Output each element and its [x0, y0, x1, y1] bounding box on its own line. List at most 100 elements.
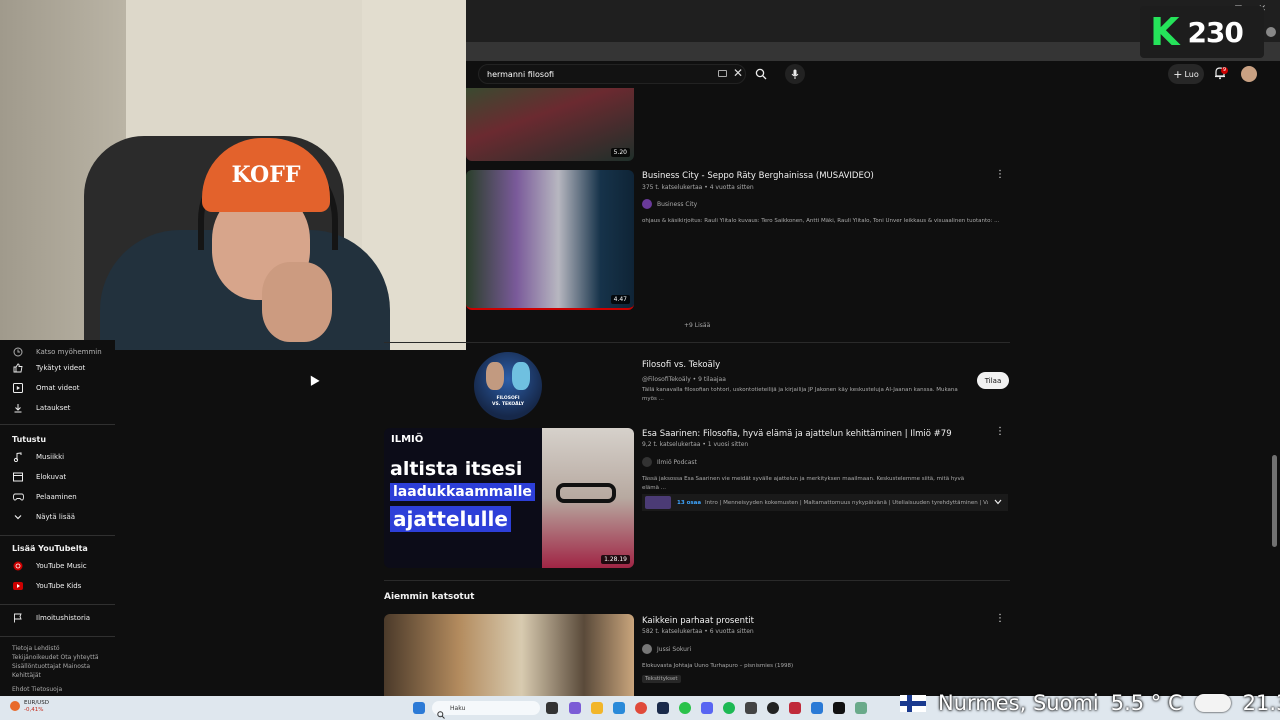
app-icon-blue[interactable]: [811, 702, 823, 714]
channel-avatar-large[interactable]: FILOSOFI VS. TEKOÄLY: [474, 352, 542, 420]
menu-icon[interactable]: [1266, 27, 1276, 37]
search-placeholder: Haku: [450, 704, 466, 712]
thumbnail-glasses: [556, 483, 616, 503]
video-title[interactable]: Business City - Seppo Räty Berghainissa …: [642, 171, 874, 181]
thumbnail-logo: ILMIÖ: [391, 434, 424, 445]
sidebar-item-label: Pelaaminen: [36, 493, 77, 501]
video-description: Elokuvasta Johtaja Uuno Turhapuro – pisn…: [642, 663, 794, 669]
kick-logo-letter: K: [1150, 10, 1180, 54]
taskbar-search-icon: [437, 704, 445, 720]
cap-text: KOFF: [231, 162, 301, 188]
download-icon: [11, 401, 25, 415]
search-input[interactable]: hermanni filosofi: [478, 64, 746, 84]
voice-search-button[interactable]: [785, 64, 805, 84]
channel-link[interactable]: Ilmiö Podcast: [642, 457, 697, 467]
sidebar-item-gaming[interactable]: Pelaaminen: [0, 487, 115, 507]
video-thumbnail-business-city[interactable]: 4.47: [466, 170, 634, 310]
footer-link-contact[interactable]: Ota yhteyttä: [61, 654, 99, 661]
channel-name-title[interactable]: Filosofi vs. Tekoäly: [642, 360, 720, 370]
flag-icon: [11, 611, 25, 625]
page-scrollbar[interactable]: [1272, 455, 1277, 547]
film-icon: [11, 470, 25, 484]
obs-icon[interactable]: [745, 702, 757, 714]
more-options-icon[interactable]: ⋮: [995, 170, 1005, 180]
chapter-count: 13 osaa: [677, 499, 702, 506]
footer-link-press[interactable]: Lehdistö: [34, 645, 59, 652]
sidebar-divider: [0, 424, 115, 425]
chevron-down-icon[interactable]: [994, 499, 1002, 507]
gamepad-icon: [11, 490, 25, 504]
sidebar-item-music[interactable]: Musiikki: [0, 447, 115, 467]
footer-link-creators[interactable]: Sisällöntuottajat: [12, 663, 61, 670]
more-options-icon[interactable]: ⋮: [995, 427, 1005, 437]
channel-name: Ilmiö Podcast: [657, 458, 697, 466]
more-options-icon[interactable]: ⋮: [995, 614, 1005, 624]
video-title[interactable]: Esa Saarinen: Filosofia, hyvä elämä ja a…: [642, 429, 952, 439]
sidebar-item-movies[interactable]: Elokuvat: [0, 467, 115, 487]
channel-link[interactable]: Jussi Sokuri: [642, 644, 691, 654]
sidebar-item-label: Musiikki: [36, 453, 65, 461]
footer-link-copyright[interactable]: Tekijänoikeudet: [12, 654, 59, 661]
section-title-previously-watched: Aiemmin katsotut: [384, 592, 475, 602]
windows-start-icon[interactable]: [413, 702, 425, 714]
sidebar-item-show-more[interactable]: Näytä lisää: [0, 507, 115, 527]
yt-kids-icon: [11, 579, 25, 593]
copilot-icon[interactable]: [569, 702, 581, 714]
chrome-icon[interactable]: [635, 702, 647, 714]
sidebar-item-label: Lataukset: [36, 404, 71, 412]
task-view-icon[interactable]: [546, 702, 558, 714]
music-note-icon: [11, 450, 25, 464]
discord-icon[interactable]: [701, 702, 713, 714]
footer-link-terms[interactable]: Ehdot: [12, 686, 29, 693]
mail-icon[interactable]: [613, 702, 625, 714]
video-thumbnail-kaikkein[interactable]: [384, 614, 634, 696]
clock-icon: [11, 345, 25, 359]
video-meta: 375 t. katselukertaa • 4 vuotta sitten: [642, 184, 754, 191]
notification-badge: 9: [1221, 67, 1228, 74]
cloud-icon: [1194, 694, 1231, 712]
sidebar-item-label: Katso myöhemmin: [36, 348, 102, 356]
kick-viewer-badge: K 230: [1140, 6, 1264, 58]
duration-badge: 5.20: [610, 148, 630, 157]
weather-location: Nurmes, Suomi: [938, 691, 1099, 715]
sidebar-item-report-history[interactable]: Ilmoitushistoria: [0, 608, 115, 628]
sidebar-item-label: Elokuvat: [36, 473, 67, 481]
app-icon-c[interactable]: [767, 702, 779, 714]
taskbar-search[interactable]: Haku: [432, 701, 540, 715]
video-meta: 582 t. katselukertaa • 6 vuotta sitten: [642, 628, 754, 635]
clock-time: 21.30: [1242, 691, 1280, 715]
chapters-row[interactable]: 13 osaa Intro | Menneisyyden kokemusten …: [642, 494, 1008, 511]
sidebar: Katso myöhemmin Tykätyt videot Omat vide…: [0, 340, 115, 696]
footer-link-advertise[interactable]: Mainosta: [63, 663, 90, 670]
plus-icon: +: [1173, 67, 1183, 81]
footer-link-developers[interactable]: Kehittäjät: [12, 672, 41, 679]
video-title[interactable]: Kaikkein parhaat prosentit: [642, 616, 754, 626]
search-button[interactable]: [748, 64, 774, 84]
sidebar-item-downloads[interactable]: Lataukset: [0, 398, 115, 418]
sidebar-item-your-videos[interactable]: Omat videot: [0, 378, 115, 398]
account-avatar[interactable]: [1241, 66, 1257, 82]
subtitles-badge: Tekstitykset: [642, 675, 681, 683]
app-icon-green[interactable]: [855, 702, 867, 714]
footer-link-privacy[interactable]: Tietosuoja: [31, 686, 62, 693]
channel-link[interactable]: Business City: [642, 199, 697, 209]
sidebar-item-yt-kids[interactable]: YouTube Kids: [0, 576, 115, 596]
create-button[interactable]: + Luo: [1168, 64, 1204, 84]
sidebar-item-yt-music[interactable]: YouTube Music: [0, 556, 115, 576]
app-icon-red[interactable]: [789, 702, 801, 714]
search-icon: [755, 68, 767, 80]
clear-search-icon[interactable]: ✕: [733, 67, 743, 79]
whatsapp-icon[interactable]: [679, 702, 691, 714]
sidebar-item-liked[interactable]: Tykätyt videot: [0, 358, 115, 378]
channel-avatar: [642, 644, 652, 654]
subscribe-button[interactable]: Tilaa: [977, 372, 1009, 389]
video-thumbnail-top[interactable]: 5.20: [466, 88, 634, 161]
spotify-icon[interactable]: [723, 702, 735, 714]
video-thumbnail-ilmio[interactable]: ILMIÖ altista itsesi laadukkaammalle aja…: [384, 428, 634, 568]
show-more-link[interactable]: +9 Lisää: [684, 322, 710, 329]
keyboard-icon[interactable]: [718, 70, 727, 77]
file-explorer-icon[interactable]: [591, 702, 603, 714]
x-icon[interactable]: [833, 702, 845, 714]
footer-link-about[interactable]: Tietoja: [12, 645, 32, 652]
steam-icon[interactable]: [657, 702, 669, 714]
